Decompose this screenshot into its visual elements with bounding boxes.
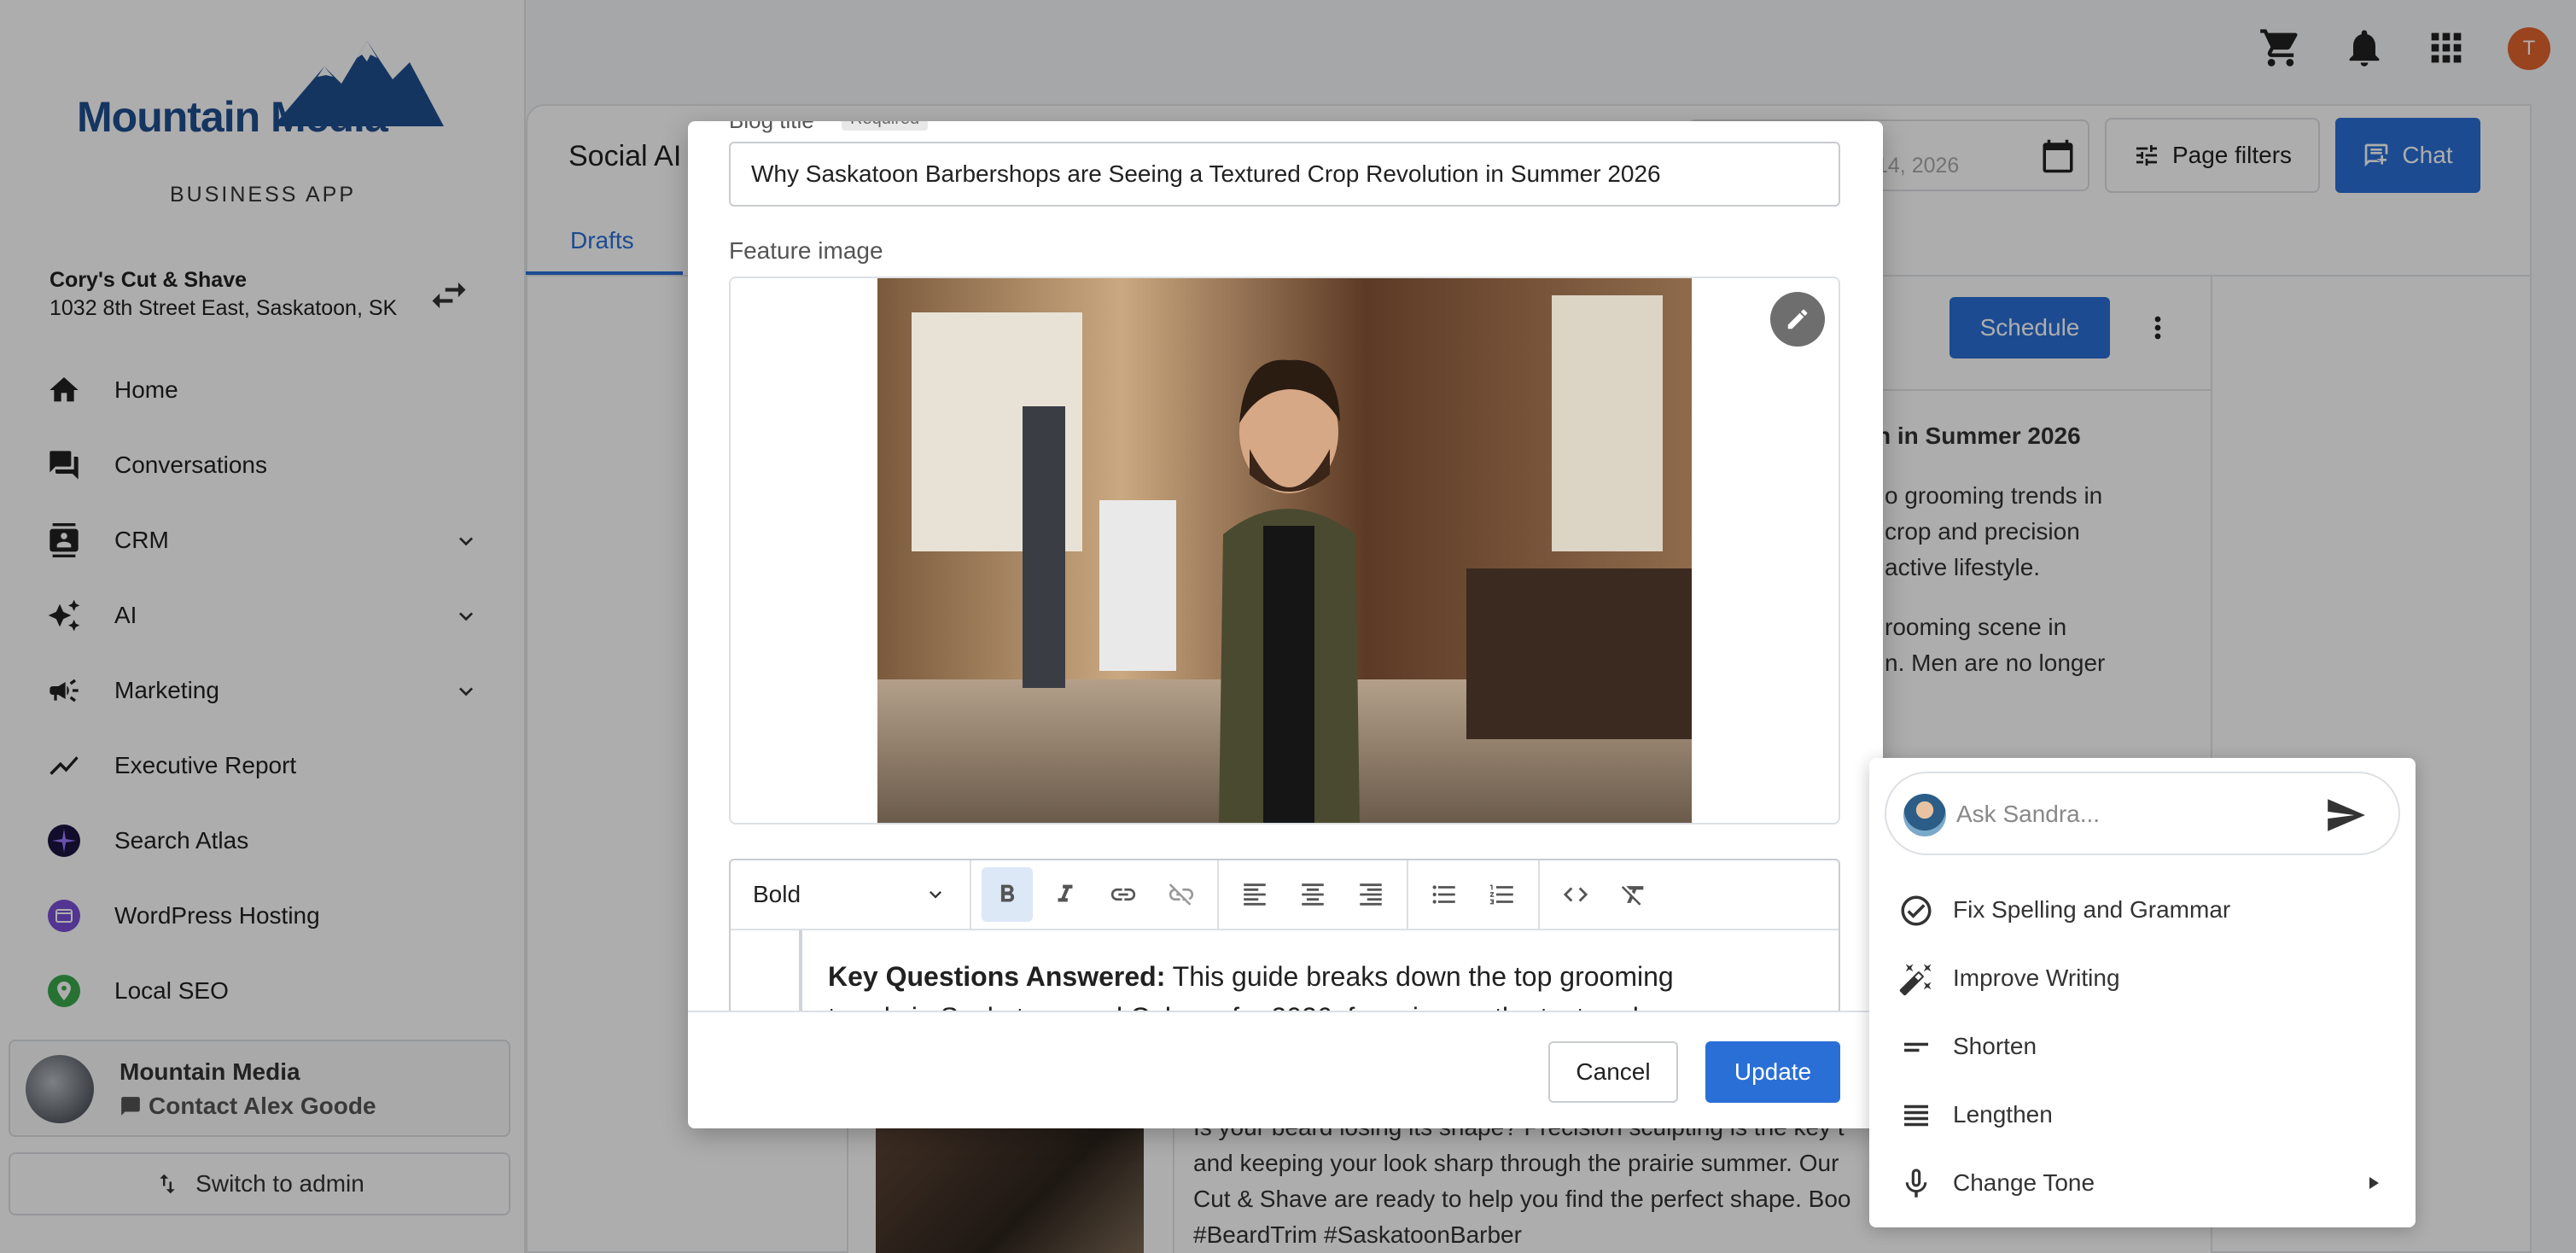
content-text: This guide breaks down the top grooming [1165,961,1674,992]
blog-title-input[interactable] [729,142,1840,207]
short-text-icon [1898,1029,1934,1065]
chevron-right-icon [2363,1173,2383,1193]
editor-toolbar: Bold [731,860,1839,930]
block-format-value: Bold [753,881,801,907]
magic-wand-icon [1898,961,1934,997]
editor-content[interactable]: Key Questions Answered: This guide break… [799,930,1823,1011]
feature-image [877,278,1692,823]
modal-body[interactable]: Blog title Required Feature image [688,121,1883,1011]
menu-item-label: Lengthen [1953,1101,2053,1128]
bold-icon[interactable] [982,867,1033,922]
menu-item-shorten[interactable]: Shorten [1869,1012,2416,1081]
cancel-button[interactable]: Cancel [1548,1041,1678,1103]
check-circle-icon [1898,893,1934,929]
editor-paragraph-line2: trends in Saskatoon and Calgary for 2026… [828,997,1823,1011]
menu-item-label: Change Tone [1953,1169,2095,1196]
text-style-group [971,860,1219,930]
clear-format-icon[interactable] [1608,867,1659,922]
italic-icon[interactable] [1040,867,1091,922]
feature-image-box[interactable] [729,277,1840,825]
code-icon[interactable] [1550,867,1601,922]
unlink-icon[interactable] [1156,867,1207,922]
align-center-icon[interactable] [1287,867,1338,922]
pencil-icon [1787,309,1808,329]
microphone-icon [1898,1166,1934,1202]
ask-sandra-field[interactable] [1885,772,2400,855]
chevron-down-icon [930,891,941,899]
edit-blog-modal: Blog title Required Feature image [688,121,1883,1128]
align-left-icon[interactable] [1229,867,1280,922]
send-icon[interactable] [2322,794,2373,836]
menu-item-label: Shorten [1953,1033,2037,1059]
feature-image-label: Feature image [729,237,883,264]
long-text-icon [1898,1098,1934,1134]
menu-item-fix-spelling[interactable]: Fix Spelling and Grammar [1869,876,2416,944]
blog-title-label: Blog title [729,121,814,134]
rich-text-editor[interactable]: Bold Key Questions Answered: This guide … [729,859,1840,1011]
menu-item-label: Improve Writing [1953,965,2120,991]
menu-item-change-tone[interactable]: Change Tone [1869,1149,2416,1217]
alignment-group [1219,860,1408,930]
block-format-select[interactable]: Bold [731,860,971,930]
content-bold-text: Key Questions Answered: [828,961,1166,992]
numbered-list-icon[interactable] [1477,867,1528,922]
align-right-icon[interactable] [1345,867,1396,922]
sandra-avatar [1903,794,1946,836]
misc-group [1540,860,1670,930]
required-badge: Required [842,121,929,131]
edit-image-button[interactable] [1770,292,1825,347]
ai-writing-assistant-menu: Fix Spelling and Grammar Improve Writing… [1869,758,2416,1227]
bulleted-list-icon[interactable] [1419,867,1470,922]
menu-item-lengthen[interactable]: Lengthen [1869,1081,2416,1149]
modal-footer [688,1011,1883,1128]
menu-item-label: Fix Spelling and Grammar [1953,896,2231,923]
menu-item-improve-writing[interactable]: Improve Writing [1869,944,2416,1012]
editor-paragraph: Key Questions Answered: This guide break… [828,956,1823,997]
link-icon[interactable] [1098,867,1149,922]
update-button[interactable]: Update [1705,1041,1840,1103]
list-group [1408,860,1540,930]
ask-sandra-input[interactable] [1956,792,2315,836]
